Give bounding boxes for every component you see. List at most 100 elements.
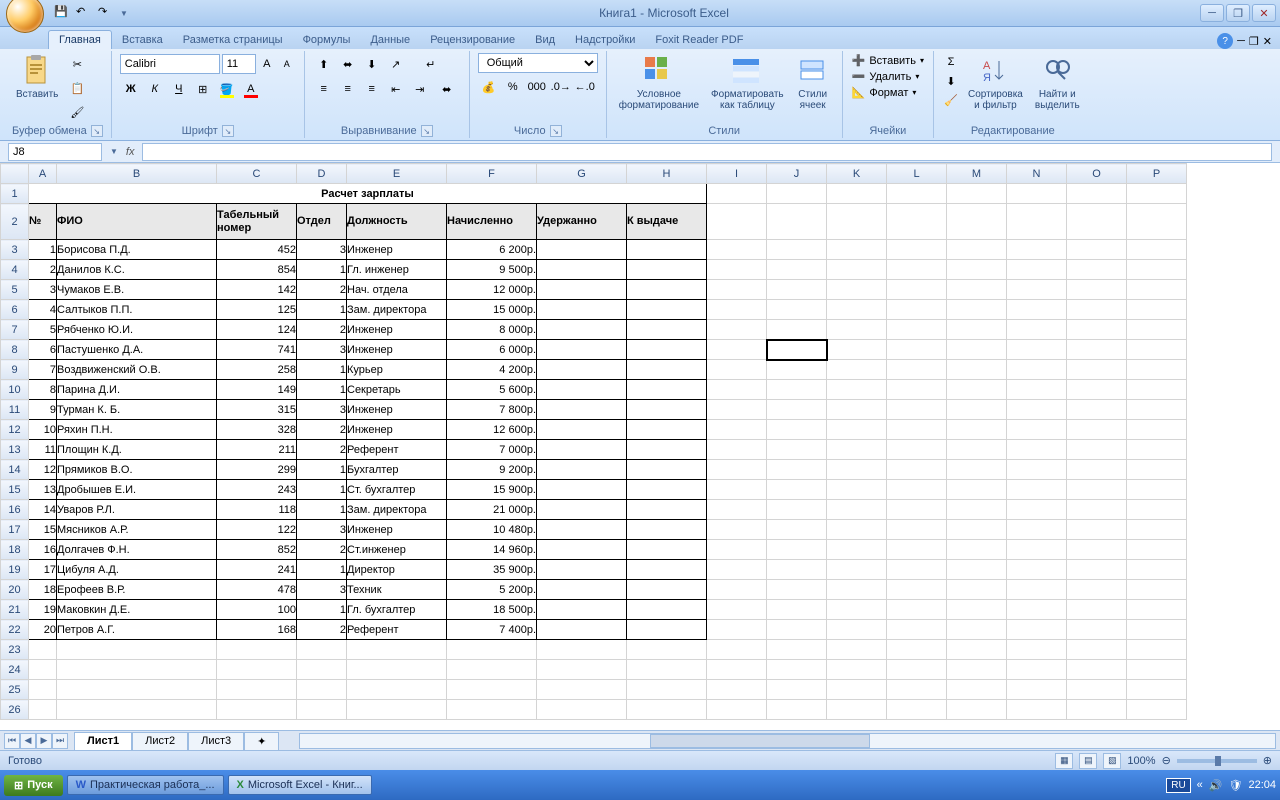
cell-P23[interactable] xyxy=(1127,640,1187,660)
cell-A2[interactable]: № xyxy=(29,204,57,240)
ribbon-tab-7[interactable]: Надстройки xyxy=(565,31,645,49)
cell-E10[interactable]: Секретарь xyxy=(347,380,447,400)
cell-H6[interactable] xyxy=(627,300,707,320)
cell-H18[interactable] xyxy=(627,540,707,560)
orientation-button[interactable]: ↗ xyxy=(385,53,407,75)
cell-I17[interactable] xyxy=(707,520,767,540)
cell-L14[interactable] xyxy=(887,460,947,480)
cell-M19[interactable] xyxy=(947,560,1007,580)
column-header-M[interactable]: M xyxy=(947,164,1007,184)
cell-F10[interactable]: 5 600р. xyxy=(447,380,537,400)
cell-K26[interactable] xyxy=(827,700,887,720)
cell-G3[interactable] xyxy=(537,240,627,260)
cell-P12[interactable] xyxy=(1127,420,1187,440)
cell-B14[interactable]: Прямиков В.О. xyxy=(57,460,217,480)
zoom-slider[interactable] xyxy=(1177,759,1257,763)
start-button[interactable]: ⊞Пуск xyxy=(4,775,63,796)
cell-M26[interactable] xyxy=(947,700,1007,720)
alignment-dialog-launcher[interactable]: ↘ xyxy=(421,125,433,137)
cell-D9[interactable]: 1 xyxy=(297,360,347,380)
cell-L24[interactable] xyxy=(887,660,947,680)
cell-G25[interactable] xyxy=(537,680,627,700)
cell-E4[interactable]: Гл. инженер xyxy=(347,260,447,280)
cell-A5[interactable]: 3 xyxy=(29,280,57,300)
cell-O20[interactable] xyxy=(1067,580,1127,600)
cell-K10[interactable] xyxy=(827,380,887,400)
row-header-4[interactable]: 4 xyxy=(1,260,29,280)
cell-H8[interactable] xyxy=(627,340,707,360)
cell-H20[interactable] xyxy=(627,580,707,600)
cell-J26[interactable] xyxy=(767,700,827,720)
cell-J23[interactable] xyxy=(767,640,827,660)
ribbon-tab-3[interactable]: Формулы xyxy=(293,31,361,49)
ribbon-tab-4[interactable]: Данные xyxy=(360,31,420,49)
cell-A10[interactable]: 8 xyxy=(29,380,57,400)
decrease-indent-button[interactable]: ⇤ xyxy=(385,78,407,100)
cell-K23[interactable] xyxy=(827,640,887,660)
comma-button[interactable]: 000 xyxy=(526,76,548,98)
cell-B10[interactable]: Парина Д.И. xyxy=(57,380,217,400)
cell-I25[interactable] xyxy=(707,680,767,700)
close-button[interactable]: ✕ xyxy=(1252,4,1276,22)
cell-F21[interactable]: 18 500р. xyxy=(447,600,537,620)
cell-K9[interactable] xyxy=(827,360,887,380)
cell-J20[interactable] xyxy=(767,580,827,600)
cell-A20[interactable]: 18 xyxy=(29,580,57,600)
tray-icon-1[interactable]: 🔊 xyxy=(1209,779,1223,792)
cell-P20[interactable] xyxy=(1127,580,1187,600)
cell-D2[interactable]: Отдел xyxy=(297,204,347,240)
cell-D26[interactable] xyxy=(297,700,347,720)
cell-F17[interactable]: 10 480р. xyxy=(447,520,537,540)
doc-minimize-icon[interactable]: ─ xyxy=(1237,35,1245,47)
cell-G22[interactable] xyxy=(537,620,627,640)
cell-N22[interactable] xyxy=(1007,620,1067,640)
row-header-9[interactable]: 9 xyxy=(1,360,29,380)
increase-decimal-button[interactable]: .0→ xyxy=(550,76,572,98)
cell-K6[interactable] xyxy=(827,300,887,320)
cell-O21[interactable] xyxy=(1067,600,1127,620)
cell-I15[interactable] xyxy=(707,480,767,500)
cell-A23[interactable] xyxy=(29,640,57,660)
cell-D18[interactable]: 2 xyxy=(297,540,347,560)
cell-L6[interactable] xyxy=(887,300,947,320)
cell-K5[interactable] xyxy=(827,280,887,300)
horizontal-scrollbar[interactable] xyxy=(299,733,1276,749)
align-bottom-button[interactable]: ⬇ xyxy=(361,53,383,75)
row-header-10[interactable]: 10 xyxy=(1,380,29,400)
page-layout-view-button[interactable]: ▤ xyxy=(1079,753,1097,769)
cell-L21[interactable] xyxy=(887,600,947,620)
cell-J6[interactable] xyxy=(767,300,827,320)
cell-D10[interactable]: 1 xyxy=(297,380,347,400)
cell-C19[interactable]: 241 xyxy=(217,560,297,580)
cell-C14[interactable]: 299 xyxy=(217,460,297,480)
cell-P9[interactable] xyxy=(1127,360,1187,380)
cell-J12[interactable] xyxy=(767,420,827,440)
cell-D14[interactable]: 1 xyxy=(297,460,347,480)
cell-M24[interactable] xyxy=(947,660,1007,680)
cell-N18[interactable] xyxy=(1007,540,1067,560)
row-header-24[interactable]: 24 xyxy=(1,660,29,680)
cell-J11[interactable] xyxy=(767,400,827,420)
cell-H26[interactable] xyxy=(627,700,707,720)
clipboard-dialog-launcher[interactable]: ↘ xyxy=(91,125,103,137)
cell-A4[interactable]: 2 xyxy=(29,260,57,280)
cell-I10[interactable] xyxy=(707,380,767,400)
column-header-K[interactable]: K xyxy=(827,164,887,184)
cell-E3[interactable]: Инженер xyxy=(347,240,447,260)
row-header-22[interactable]: 22 xyxy=(1,620,29,640)
cell-M13[interactable] xyxy=(947,440,1007,460)
doc-restore-icon[interactable]: ❐ xyxy=(1249,35,1259,48)
align-right-button[interactable]: ≡ xyxy=(361,78,383,100)
cell-L4[interactable] xyxy=(887,260,947,280)
undo-icon[interactable]: ↶ xyxy=(76,5,92,21)
cell-J4[interactable] xyxy=(767,260,827,280)
cell-L22[interactable] xyxy=(887,620,947,640)
cell-F12[interactable]: 12 600р. xyxy=(447,420,537,440)
cell-C21[interactable]: 100 xyxy=(217,600,297,620)
cell-P14[interactable] xyxy=(1127,460,1187,480)
maximize-button[interactable]: ❐ xyxy=(1226,4,1250,22)
cell-B8[interactable]: Пастушенко Д.А. xyxy=(57,340,217,360)
clear-button[interactable]: 🧹 xyxy=(942,91,960,109)
cell-E12[interactable]: Инженер xyxy=(347,420,447,440)
cell-P5[interactable] xyxy=(1127,280,1187,300)
